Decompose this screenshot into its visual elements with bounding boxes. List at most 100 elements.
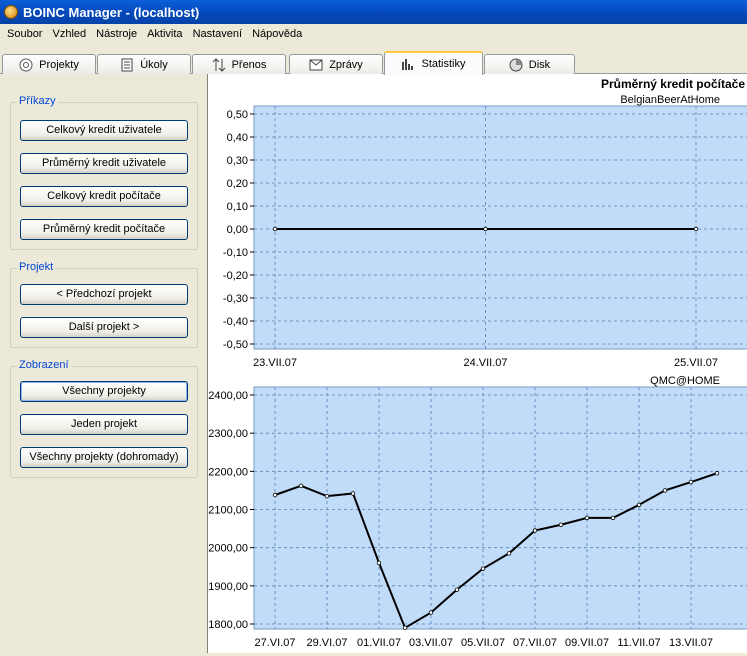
menu-napoveda[interactable]: Nápověda <box>247 28 307 40</box>
statistics-icon <box>401 57 415 71</box>
chart-point <box>662 488 668 493</box>
projects-icon <box>19 58 33 72</box>
chart-ytick-label: 0,20 <box>227 178 248 190</box>
menu-nastaveni[interactable]: Nastavení <box>188 28 248 40</box>
chart-ytick-label: 1900,00 <box>208 581 248 593</box>
tab-label: Projekty <box>39 58 79 71</box>
chart-ytick-label: 0,00 <box>227 224 248 236</box>
tab-label: Přenos <box>231 58 267 71</box>
stats-title: Průměrný kredit počítače <box>601 77 745 91</box>
chart-xtick-label: 29.VI.07 <box>307 637 348 649</box>
chart-xtick-label: 03.VII.07 <box>409 637 453 649</box>
chart-point <box>428 610 434 615</box>
chart-point <box>454 587 460 592</box>
total-user-credit-button[interactable]: Celkový kredit uživatele <box>20 120 188 141</box>
chart-point <box>636 502 642 508</box>
tab-tasks[interactable]: Úkoly <box>97 54 191 74</box>
tab-label: Statistiky <box>421 58 466 70</box>
display-group-label: Zobrazení <box>17 359 71 371</box>
chart-ytick-label: -0,10 <box>223 247 248 259</box>
statistics-chart-area: Průměrný kredit počítače BelgianBeerAtHo… <box>207 74 747 653</box>
chart-ytick-label: 2000,00 <box>208 543 248 555</box>
disk-icon <box>509 58 523 72</box>
chart-ytick-label: 1800,00 <box>208 619 248 631</box>
chart-point <box>532 528 538 533</box>
single-project-button[interactable]: Jeden projekt <box>20 414 188 435</box>
menu-aktivita[interactable]: Aktivita <box>142 28 187 40</box>
chart-point <box>324 493 330 499</box>
chart-xtick-label: 24.VII.07 <box>463 357 507 369</box>
chart-title: QMC@HOME <box>650 375 720 387</box>
all-projects-button[interactable]: Všechny projekty <box>20 381 188 402</box>
project-group-label: Projekt <box>17 261 56 273</box>
tab-projects[interactable]: Projekty <box>2 54 96 74</box>
chart-xtick-label: 27.VI.07 <box>255 637 296 649</box>
chart-ytick-label: -0,20 <box>223 270 248 282</box>
tab-label: Úkoly <box>140 58 168 71</box>
chart-ytick-label: 0,10 <box>227 201 248 213</box>
chart-ytick-label: 2100,00 <box>208 505 248 517</box>
tab-transfer[interactable]: Přenos <box>192 54 286 74</box>
chart-ytick-label: -0,40 <box>223 316 248 328</box>
chart-point <box>693 226 699 232</box>
tab-statistics[interactable]: Statistiky <box>384 51 483 75</box>
chart-point <box>483 226 488 232</box>
chart-title: BelgianBeerAtHome <box>620 94 720 106</box>
chart-point <box>506 551 512 556</box>
chart-ytick-label: 2300,00 <box>208 428 248 440</box>
average-user-credit-button[interactable]: Průměrný kredit uživatele <box>20 153 188 174</box>
chart-point <box>298 483 304 489</box>
chart-xtick-label: 11.VII.07 <box>617 637 660 649</box>
commands-group-label: Příkazy <box>17 95 58 107</box>
tab-bar: Projekty Úkoly Přenos Zprávy Statistiky … <box>0 48 747 75</box>
charts-svg: Průměrný kredit počítače BelgianBeerAtHo… <box>208 77 747 649</box>
chart-xtick-label: 07.VII.07 <box>513 637 557 649</box>
menu-bar: Soubor Vzhled Nástroje Aktivita Nastaven… <box>0 24 747 44</box>
menu-vzhled[interactable]: Vzhled <box>47 28 91 40</box>
title-bar: BOINC Manager - (localhost) <box>0 0 747 24</box>
chart-point <box>688 479 694 485</box>
chart-xtick-label: 13.VII.07 <box>669 637 713 649</box>
chart-ytick-label: -0,30 <box>223 293 248 305</box>
chart-ytick-label: 2400,00 <box>208 390 248 402</box>
display-group: Zobrazení Všechny projekty Jeden projekt… <box>10 359 198 478</box>
chart-ytick-label: 0,40 <box>227 132 248 144</box>
chart-xtick-label: 05.VII.07 <box>461 637 505 649</box>
chart-point <box>376 560 382 566</box>
transfer-icon <box>212 57 226 72</box>
menu-nastroje[interactable]: Nástroje <box>91 28 142 40</box>
messages-icon <box>309 58 323 72</box>
chart-ytick-label: -0,50 <box>223 339 248 351</box>
chart-xtick-label: 01.VII.07 <box>357 637 401 649</box>
chart-point <box>480 566 486 571</box>
commands-group: Příkazy Celkový kredit uživatele Průměrn… <box>10 95 198 250</box>
tab-label: Disk <box>528 58 551 71</box>
chart-ytick-label: 2200,00 <box>208 466 248 478</box>
chart-point <box>558 522 564 527</box>
chart-xtick-label: 23.VII.07 <box>253 357 297 369</box>
chart-point <box>350 491 356 496</box>
boinc-app-icon <box>4 5 18 19</box>
menu-soubor[interactable]: Soubor <box>2 28 47 40</box>
previous-project-button[interactable]: < Předchozí projekt <box>20 284 188 305</box>
chart-xtick-label: 25.VII.07 <box>674 357 718 369</box>
chart-point <box>584 515 590 521</box>
total-host-credit-button[interactable]: Celkový kredit počítače <box>20 186 188 207</box>
average-host-credit-button[interactable]: Průměrný kredit počítače <box>20 219 188 240</box>
tab-disk[interactable]: Disk <box>484 54 575 74</box>
chart-plot-area <box>253 386 747 630</box>
chart-plot-area <box>253 105 747 350</box>
tasks-icon <box>120 58 134 72</box>
project-group: Projekt < Předchozí projekt Další projek… <box>10 261 198 348</box>
all-projects-together-button[interactable]: Všechny projekty (dohromady) <box>20 447 188 468</box>
chart-point <box>610 515 616 521</box>
window-title: BOINC Manager - (localhost) <box>23 4 200 20</box>
tab-label: Zprávy <box>329 58 363 71</box>
chart-ytick-label: 0,50 <box>227 109 248 121</box>
chart-point <box>272 226 278 232</box>
tab-messages[interactable]: Zprávy <box>289 54 383 74</box>
next-project-button[interactable]: Další projekt > <box>20 317 188 338</box>
chart-point <box>272 492 278 498</box>
chart-point <box>714 471 720 476</box>
statistics-side-panel: Příkazy Celkový kredit uživatele Průměrn… <box>0 74 207 653</box>
